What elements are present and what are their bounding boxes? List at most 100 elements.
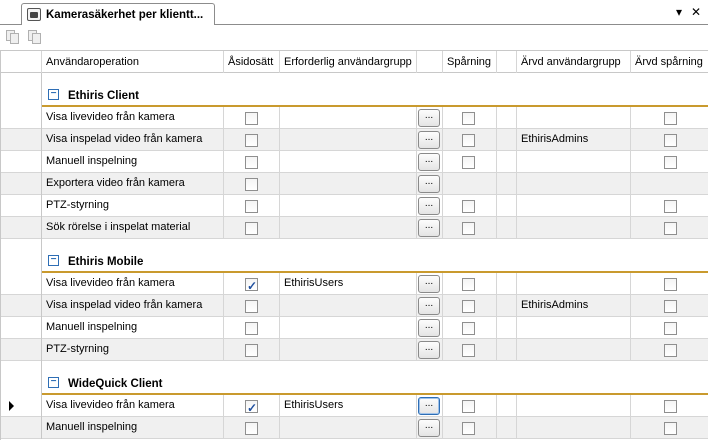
inherited-group-cell (517, 195, 631, 216)
row-selector[interactable] (1, 173, 42, 195)
collapse-icon[interactable]: − (48, 255, 59, 266)
header-required-group[interactable]: Erforderlig användargrupp (280, 51, 417, 73)
row-selector[interactable] (1, 129, 42, 151)
table-row[interactable]: Manuell inspelning... (1, 151, 708, 173)
table-row[interactable]: Visa livevideo från kamera... (1, 107, 708, 129)
override-checkbox[interactable] (245, 422, 258, 435)
tracking-cell (443, 295, 497, 316)
row-selector[interactable] (1, 195, 42, 217)
override-checkbox[interactable] (245, 222, 258, 235)
required-group-cell[interactable] (280, 217, 417, 238)
row-selector[interactable] (1, 317, 42, 339)
collapse-icon[interactable]: − (48, 377, 59, 388)
browse-group-button[interactable]: ... (418, 175, 440, 193)
row-selector[interactable] (1, 395, 42, 417)
tracking-checkbox[interactable] (462, 222, 475, 235)
tracking-checkbox[interactable] (462, 134, 475, 147)
table-row[interactable]: Visa inspelad video från kamera... Ethiri… (1, 129, 708, 151)
tracking-checkbox[interactable] (462, 278, 475, 291)
collapse-icon[interactable]: − (48, 89, 59, 100)
required-group-cell[interactable] (280, 417, 417, 438)
tab-camera-security[interactable]: Kamerasäkerhet per klientt... (21, 3, 215, 25)
table-row[interactable]: Manuell inspelning... (1, 417, 708, 439)
dropdown-arrow-icon[interactable]: ▾ (672, 4, 686, 20)
tracking-checkbox[interactable] (462, 322, 475, 335)
table-row[interactable]: PTZ-styrning... (1, 339, 708, 361)
required-group-cell[interactable] (280, 129, 417, 150)
override-checkbox[interactable] (245, 322, 258, 335)
browse-group-button[interactable]: ... (418, 319, 440, 337)
current-row-arrow-icon (9, 401, 14, 411)
table-row[interactable]: Visa livevideo från kamera EthirisUsers..… (1, 273, 708, 295)
required-group-cell[interactable] (280, 195, 417, 216)
table-row[interactable]: Visa livevideo från kamera EthirisUsers..… (1, 395, 708, 417)
browse-group-button[interactable]: ... (418, 219, 440, 237)
tracking-cell (443, 129, 497, 150)
override-checkbox[interactable] (245, 300, 258, 313)
required-group-cell[interactable]: EthirisUsers (280, 273, 417, 294)
browse-group-button[interactable]: ... (418, 297, 440, 315)
browse-group-button[interactable]: ... (418, 197, 440, 215)
row-selector[interactable] (1, 217, 42, 239)
row-selector[interactable] (1, 151, 42, 173)
group-title: Ethiris Client (68, 90, 139, 102)
table-row[interactable]: Exportera video från kamera... (1, 173, 708, 195)
table-row[interactable]: Sök rörelse i inspelat material... (1, 217, 708, 239)
tracking-checkbox[interactable] (462, 422, 475, 435)
browse-group-button[interactable]: ... (418, 153, 440, 171)
row-selector (1, 361, 42, 395)
header-override[interactable]: Åsidosätt (224, 51, 280, 73)
override-cell (224, 151, 280, 172)
header-tracking[interactable]: Spårning (443, 51, 497, 73)
tracking-checkbox[interactable] (462, 344, 475, 357)
group-header: − Ethiris Client (1, 73, 708, 107)
required-group-cell[interactable] (280, 107, 417, 128)
override-checkbox[interactable] (245, 344, 258, 357)
required-group-cell[interactable]: EthirisUsers (280, 395, 417, 416)
override-checkbox[interactable] (245, 276, 258, 294)
required-group-cell[interactable] (280, 173, 417, 194)
tracking-checkbox[interactable] (462, 200, 475, 213)
browse-group-button[interactable]: ... (418, 131, 440, 149)
row-selector[interactable] (1, 273, 42, 295)
browse-group-button[interactable]: ... (418, 397, 440, 415)
inherited-tracking-checkbox (664, 112, 677, 125)
tracking-checkbox[interactable] (462, 300, 475, 313)
override-cell (224, 107, 280, 128)
browse-group-button[interactable]: ... (418, 275, 440, 293)
required-group-cell[interactable] (280, 317, 417, 338)
browse-group-button[interactable]: ... (418, 341, 440, 359)
row-selector[interactable] (1, 107, 42, 129)
required-group-cell[interactable] (280, 339, 417, 360)
table-row[interactable]: Visa inspelad video från kamera... Ethiri… (1, 295, 708, 317)
tracking-checkbox[interactable] (462, 112, 475, 125)
tracking-checkbox[interactable] (462, 156, 475, 169)
browse-cell: ... (417, 195, 443, 216)
override-checkbox[interactable] (245, 134, 258, 147)
browse-group-button[interactable]: ... (418, 419, 440, 437)
override-checkbox[interactable] (245, 398, 258, 416)
browse-group-button[interactable]: ... (418, 109, 440, 127)
required-group-cell[interactable] (280, 151, 417, 172)
header-inherited-tracking[interactable]: Ärvd spårning (631, 51, 708, 73)
override-checkbox[interactable] (245, 112, 258, 125)
inherited-tracking-cell (631, 129, 708, 150)
override-cell (224, 129, 280, 150)
header-inherited-group[interactable]: Ärvd användargrupp (517, 51, 631, 73)
close-icon[interactable]: ✕ (689, 4, 703, 20)
row-selector[interactable] (1, 295, 42, 317)
tracking-checkbox[interactable] (462, 400, 475, 413)
row-selector[interactable] (1, 417, 42, 439)
override-checkbox[interactable] (245, 178, 258, 191)
paste-icon[interactable] (26, 29, 42, 45)
header-operation[interactable]: Användaroperation (42, 51, 224, 73)
table-row[interactable]: PTZ-styrning... (1, 195, 708, 217)
override-checkbox[interactable] (245, 200, 258, 213)
spacer-cell (497, 195, 517, 216)
spacer-cell (497, 173, 517, 194)
table-row[interactable]: Manuell inspelning... (1, 317, 708, 339)
copy-icon[interactable] (4, 29, 20, 45)
override-checkbox[interactable] (245, 156, 258, 169)
row-selector[interactable] (1, 339, 42, 361)
required-group-cell[interactable] (280, 295, 417, 316)
